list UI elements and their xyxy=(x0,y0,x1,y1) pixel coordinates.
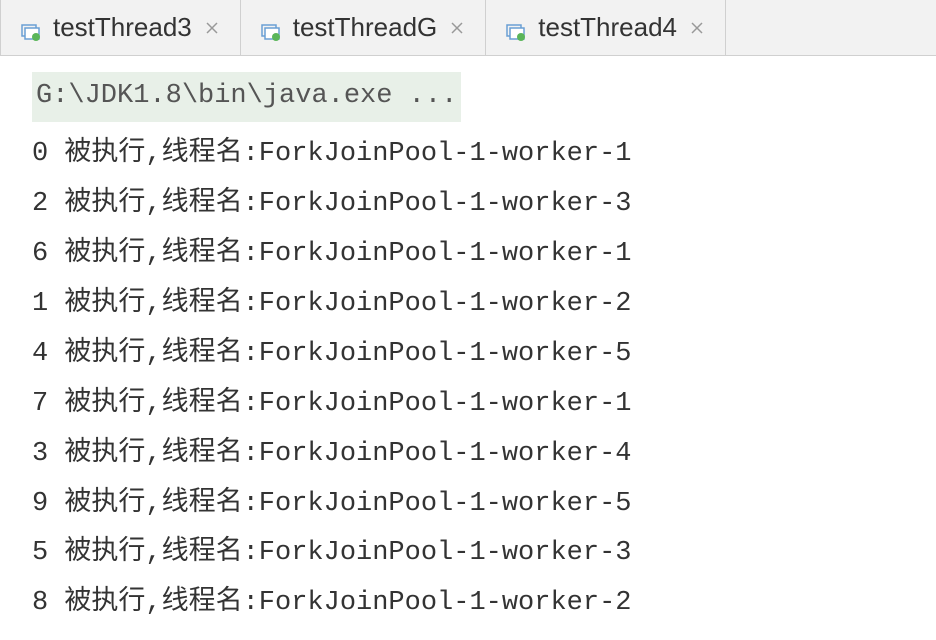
close-icon[interactable] xyxy=(689,20,705,36)
tab-label: testThread3 xyxy=(53,12,192,43)
tab-testthreadg[interactable]: testThreadG xyxy=(241,0,487,55)
output-line: 2 被执行,线程名:ForkJoinPool-1-worker-3 xyxy=(32,180,936,230)
tab-testthread3[interactable]: testThread3 xyxy=(0,0,241,55)
output-line: 9 被执行,线程名:ForkJoinPool-1-worker-5 xyxy=(32,480,936,530)
output-line: 1 被执行,线程名:ForkJoinPool-1-worker-2 xyxy=(32,280,936,330)
editor-tabs: testThread3 testThreadG xyxy=(0,0,936,56)
output-line: 5 被执行,线程名:ForkJoinPool-1-worker-3 xyxy=(32,529,936,579)
close-icon[interactable] xyxy=(204,20,220,36)
output-line: 0 被执行,线程名:ForkJoinPool-1-worker-1 xyxy=(32,130,936,180)
tab-testthread4[interactable]: testThread4 xyxy=(486,0,726,55)
command-line: G:\JDK1.8\bin\java.exe ... xyxy=(32,72,461,122)
run-config-icon xyxy=(21,18,41,38)
run-config-icon xyxy=(261,18,281,38)
output-line: 7 被执行,线程名:ForkJoinPool-1-worker-1 xyxy=(32,380,936,430)
close-icon[interactable] xyxy=(449,20,465,36)
output-line: 8 被执行,线程名:ForkJoinPool-1-worker-2 xyxy=(32,579,936,629)
run-config-icon xyxy=(506,18,526,38)
tab-label: testThread4 xyxy=(538,12,677,43)
output-line: 4 被执行,线程名:ForkJoinPool-1-worker-5 xyxy=(32,330,936,380)
output-line: 3 被执行,线程名:ForkJoinPool-1-worker-4 xyxy=(32,430,936,480)
tab-label: testThreadG xyxy=(293,12,438,43)
output-line: 6 被执行,线程名:ForkJoinPool-1-worker-1 xyxy=(32,230,936,280)
console-output: G:\JDK1.8\bin\java.exe ... 0 被执行,线程名:For… xyxy=(0,56,936,629)
